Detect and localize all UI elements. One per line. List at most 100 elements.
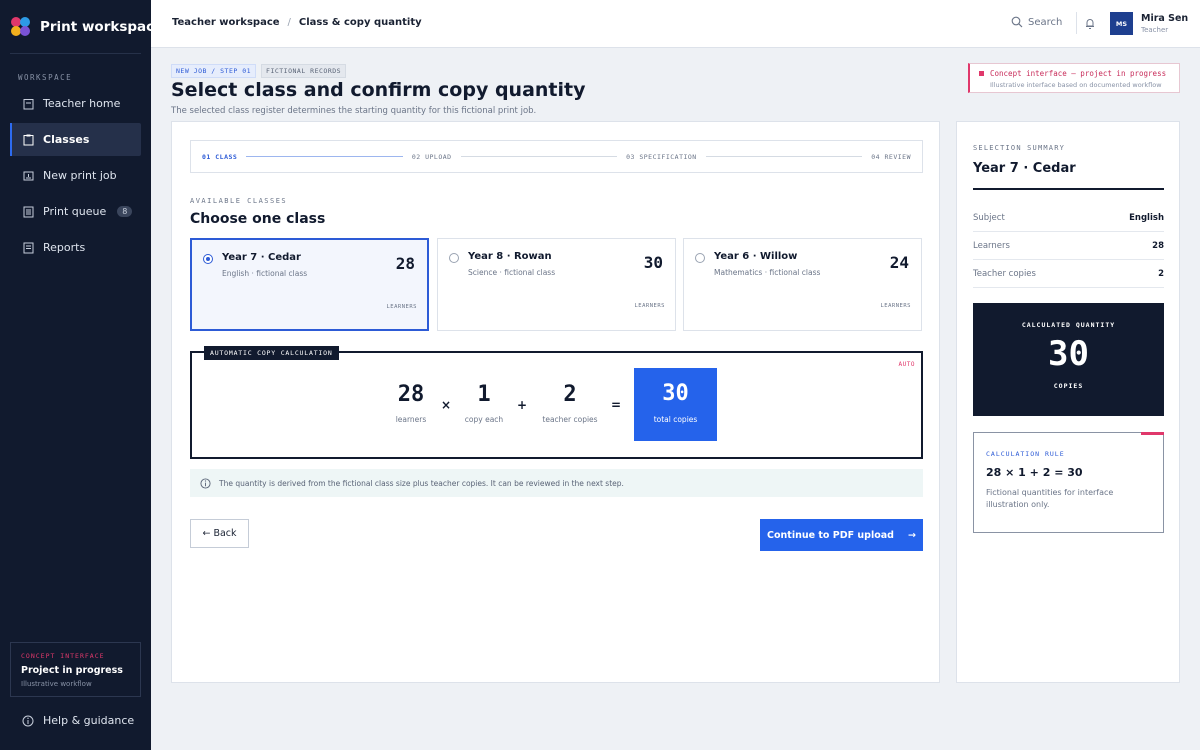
page-title: Select class and confirm copy quantity xyxy=(171,79,586,101)
class-radio[interactable] xyxy=(449,253,459,263)
summary-class-name: Year 7 · Cedar xyxy=(973,161,1076,176)
search-button[interactable]: Search xyxy=(1011,16,1062,28)
class-radio-selected[interactable] xyxy=(203,254,213,264)
class-learner-count: 24 xyxy=(889,253,909,272)
calculated-quantity-box: CALCULATED QUANTITY 30 COPIES xyxy=(973,303,1164,416)
info-circle-icon xyxy=(200,477,211,489)
total-copies-value: 30 xyxy=(662,381,689,406)
concept-title: Project in progress xyxy=(21,665,123,676)
class-radio[interactable] xyxy=(695,253,705,263)
sidebar-item-print-queue[interactable]: Print queue 8 xyxy=(10,195,141,228)
queue-count-badge: 8 xyxy=(117,206,133,217)
learners-label: learners xyxy=(395,415,427,424)
learners-term: 28 learners xyxy=(390,382,432,425)
copy-each-value: 1 xyxy=(477,382,491,407)
concept-note-subtitle: Illustrative interface based on document… xyxy=(990,81,1162,89)
info-text: The quantity is derived from the fiction… xyxy=(219,478,624,488)
sidebar-item-classes[interactable]: Classes xyxy=(10,123,141,156)
step-connector xyxy=(460,156,618,157)
class-subject: Science · fictional class xyxy=(468,268,556,277)
sidebar-item-label: Reports xyxy=(43,241,86,254)
calculated-quantity-label: CALCULATED QUANTITY xyxy=(1021,321,1116,329)
breadcrumb-teacher-workspace[interactable]: Teacher workspace xyxy=(172,17,280,28)
copy-calculation-box: AUTOMATIC COPY CALCULATION AUTO 28 learn… xyxy=(190,346,923,459)
teacher-copies-label: teacher copies xyxy=(542,415,598,424)
concept-note: Concept interface — project in progress … xyxy=(968,63,1180,93)
sidebar-item-reports[interactable]: Reports xyxy=(10,231,141,264)
summary-label: SELECTION SUMMARY xyxy=(973,144,1066,152)
calculation-rule-equation: 28 × 1 + 2 = 30 xyxy=(986,466,1083,479)
total-copies-label: total copies xyxy=(653,415,698,424)
search-icon xyxy=(1011,16,1023,28)
user-name: Mira Sen xyxy=(1141,13,1189,24)
app-name: Print workspace xyxy=(40,19,164,35)
equals-operator: = xyxy=(611,398,622,412)
class-name: Year 6 · Willow xyxy=(714,251,798,262)
calculation-tag: AUTOMATIC COPY CALCULATION xyxy=(204,346,339,360)
calculation-rule-box: CALCULATION RULE 28 × 1 + 2 = 30 Fiction… xyxy=(973,432,1164,533)
print-icon xyxy=(23,170,34,182)
sidebar: Print workspace WORKSPACE Teacher home C… xyxy=(0,0,163,750)
calculated-quantity-value: 30 xyxy=(1048,334,1089,374)
step-connector xyxy=(705,156,863,157)
search-label: Search xyxy=(1028,16,1063,28)
top-header: Teacher workspace / Class & copy quantit… xyxy=(151,0,1200,48)
summary-row-learners: Learners 28 xyxy=(973,232,1164,260)
calculation-rule-note: Fictional quantities for interface illus… xyxy=(986,488,1114,510)
auto-label: AUTO xyxy=(898,361,915,368)
learners-label: LEARNERS xyxy=(634,303,665,309)
class-subject: Mathematics · fictional class xyxy=(714,268,821,277)
page-subtitle: The selected class register determines t… xyxy=(171,106,537,116)
sidebar-item-new-print-job[interactable]: New print job xyxy=(10,159,141,192)
help-label: Help & guidance xyxy=(43,714,135,727)
bell-icon[interactable] xyxy=(1084,17,1096,30)
avatar[interactable]: MS xyxy=(1110,12,1133,35)
available-classes-label: AVAILABLE CLASSES xyxy=(190,197,288,205)
help-link[interactable]: Help & guidance xyxy=(22,714,134,727)
choose-class-heading: Choose one class xyxy=(190,211,326,227)
brand[interactable]: Print workspace xyxy=(11,17,163,37)
step-class[interactable]: 01 CLASS xyxy=(202,153,237,161)
info-banner: The quantity is derived from the fiction… xyxy=(190,469,923,497)
clipboard-icon xyxy=(23,134,34,146)
class-learner-count: 30 xyxy=(643,253,663,272)
page-tags: NEW JOB / STEP 01 FICTIONAL RECORDS xyxy=(171,64,347,78)
step-tag: NEW JOB / STEP 01 xyxy=(171,64,257,78)
print-logo-icon xyxy=(11,17,31,37)
class-card-year6-willow[interactable]: Year 6 · Willow Mathematics · fictional … xyxy=(683,238,922,331)
divider xyxy=(10,53,141,54)
calculation-rule-label: CALCULATION RULE xyxy=(986,450,1065,458)
user-role: Teacher xyxy=(1141,26,1169,34)
sidebar-item-label: New print job xyxy=(43,169,117,182)
sidebar-item-teacher-home[interactable]: Teacher home xyxy=(10,87,141,120)
step-specification[interactable]: 03 SPECIFICATION xyxy=(626,153,697,161)
sidebar-item-label: Classes xyxy=(43,133,90,146)
times-operator: × xyxy=(441,398,452,412)
main-card: 01 CLASS 02 UPLOAD 03 SPECIFICATION 04 R… xyxy=(171,121,940,683)
learners-label: LEARNERS xyxy=(880,303,911,309)
teacher-copies-value: 2 xyxy=(563,382,577,407)
learners-value: 28 xyxy=(397,382,425,407)
back-button[interactable]: ← Back xyxy=(190,519,249,548)
step-review[interactable]: 04 REVIEW xyxy=(871,153,911,161)
summary-value: 2 xyxy=(1158,268,1164,279)
summary-value: 28 xyxy=(1152,240,1164,251)
class-name: Year 8 · Rowan xyxy=(468,251,552,262)
concept-tag: CONCEPT INTERFACE xyxy=(21,652,105,660)
summary-key: Teacher copies xyxy=(973,268,1036,279)
step-upload[interactable]: 02 UPLOAD xyxy=(412,153,452,161)
total-copies-box: 30 total copies xyxy=(634,368,717,441)
summary-row-subject: Subject English xyxy=(973,204,1164,232)
class-learner-count: 28 xyxy=(395,254,415,273)
breadcrumb-separator: / xyxy=(287,17,291,28)
sidebar-item-label: Teacher home xyxy=(43,97,121,110)
home-icon xyxy=(23,98,34,110)
info-circle-icon xyxy=(22,715,34,726)
class-card-year8-rowan[interactable]: Year 8 · Rowan Science · fictional class… xyxy=(437,238,676,331)
class-card-year7-cedar[interactable]: Year 7 · Cedar English · fictional class… xyxy=(190,238,429,331)
stepper: 01 CLASS 02 UPLOAD 03 SPECIFICATION 04 R… xyxy=(190,140,923,173)
report-icon xyxy=(23,242,34,254)
arrow-right-icon: → xyxy=(907,529,916,541)
records-tag: FICTIONAL RECORDS xyxy=(261,64,347,78)
continue-button[interactable]: Continue to PDF upload → xyxy=(760,519,923,551)
